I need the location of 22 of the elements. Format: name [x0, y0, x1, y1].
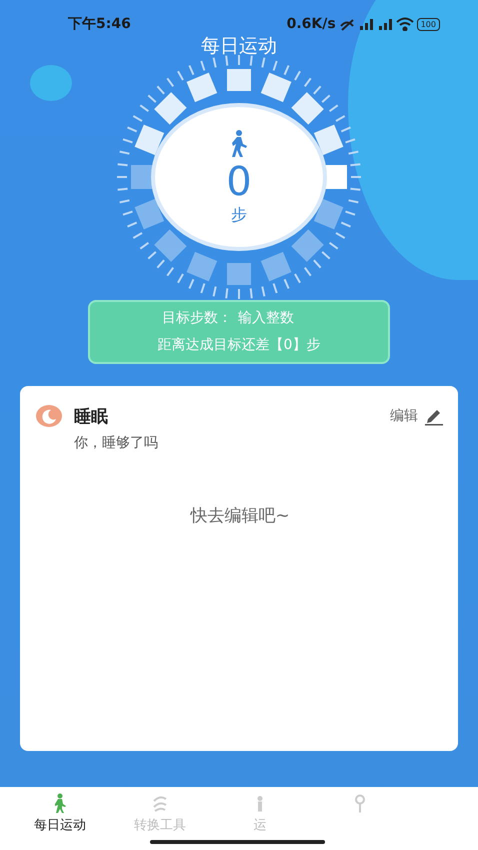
status-time: 下午5:46: [68, 15, 131, 33]
goal-input-field[interactable]: 输入整数: [232, 308, 316, 328]
card-subtitle: 你，睡够了吗: [74, 434, 159, 452]
background-blob: [30, 65, 72, 101]
moon-icon: [36, 404, 62, 428]
pin-icon: [354, 793, 366, 814]
battery-icon: 100: [416, 18, 440, 30]
goal-label: 目标步数：: [162, 309, 232, 327]
signal-icon: [358, 17, 374, 31]
person-icon: [256, 793, 264, 814]
empty-message: 快去编辑吧~: [189, 505, 291, 527]
wifi-icon: [396, 17, 414, 31]
step-count: 0: [226, 158, 252, 204]
nav-tab[interactable]: 每日运动: [10, 787, 110, 850]
alarm-off-icon: [338, 17, 355, 31]
remaining-steps-text: 距离达成目标还差【0】步: [158, 336, 320, 354]
card-title: 睡眠: [74, 406, 109, 428]
page-title: 每日运动: [201, 34, 277, 58]
edit-button[interactable]: 编辑: [390, 406, 444, 426]
network-speed: 0.6K/s: [286, 16, 336, 32]
signal-icon: [376, 17, 393, 31]
step-unit: 步: [231, 204, 247, 226]
